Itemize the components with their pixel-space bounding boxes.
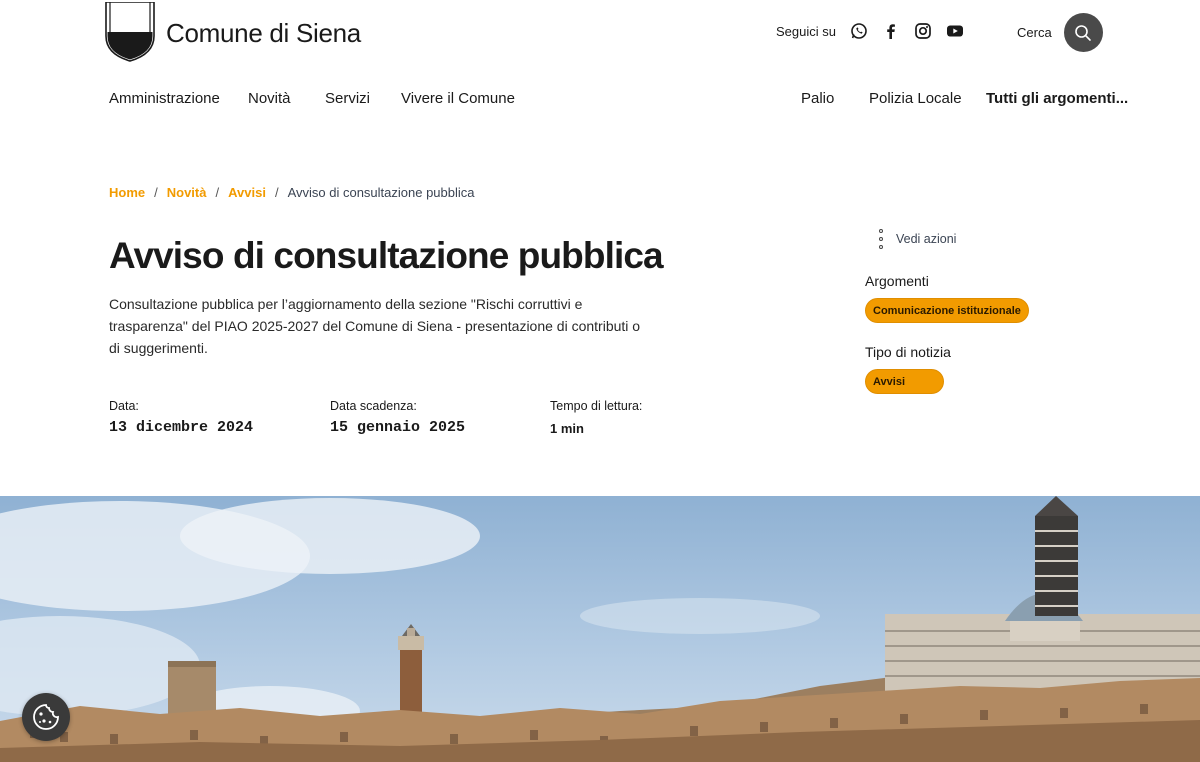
topics-heading: Argomenti <box>865 273 929 289</box>
nav-item-vivere-il-comune[interactable]: Vivere il Comune <box>401 90 515 107</box>
nav-item-tutti-gli-argomenti[interactable]: Tutti gli argomenti... <box>986 90 1128 107</box>
breadcrumb-link-novita[interactable]: Novità <box>167 185 207 200</box>
nav-item-palio[interactable]: Palio <box>801 90 834 107</box>
brand-link[interactable]: Comune di Siena <box>105 2 361 62</box>
breadcrumb-separator: / <box>215 185 220 200</box>
news-type-heading: Tipo di notizia <box>865 344 951 360</box>
topic-chip-comunicazione-istituzionale[interactable]: Comunicazione istituzionale <box>865 298 1029 323</box>
cookie-icon <box>33 704 59 730</box>
social-label: Seguici su <box>776 23 836 39</box>
search-label: Cerca <box>1017 25 1052 40</box>
breadcrumb-link-avvisi[interactable]: Avvisi <box>228 185 266 200</box>
breadcrumb-separator: / <box>274 185 279 200</box>
meta-deadline-label: Data scadenza: <box>330 399 417 413</box>
kebab-menu-icon <box>876 229 886 249</box>
social-links: Seguici su <box>776 22 978 40</box>
whatsapp-icon[interactable] <box>850 22 868 40</box>
main-navigation: Amministrazione Novità Servizi Vivere il… <box>0 90 1200 112</box>
meta-deadline-value: 15 gennaio 2025 <box>330 419 466 436</box>
site-name: Comune di Siena <box>166 18 361 48</box>
search-icon <box>1075 24 1091 41</box>
meta-reading-time-label: Tempo di lettura: <box>550 399 643 413</box>
page-title: Avviso di consultazione pubblica <box>109 235 664 276</box>
nav-item-servizi[interactable]: Servizi <box>325 90 370 107</box>
instagram-icon[interactable] <box>914 22 932 40</box>
news-type-chip-avvisi[interactable]: Avvisi <box>865 369 944 394</box>
breadcrumb: Home / Novità / Avvisi / Avviso di consu… <box>109 185 475 200</box>
article-description: Consultazione pubblica per l’aggiornamen… <box>109 296 641 356</box>
facebook-icon[interactable] <box>882 22 900 40</box>
breadcrumb-link-home[interactable]: Home <box>109 185 145 200</box>
actions-menu-button[interactable]: Vedi azioni <box>876 229 956 249</box>
meta-reading-time: Tempo di lettura: 1 min <box>550 399 642 436</box>
actions-label: Vedi azioni <box>896 232 957 246</box>
site-header: Comune di Siena Seguici su Cerca <box>0 0 1200 70</box>
youtube-icon[interactable] <box>946 22 964 40</box>
siena-coat-of-arms-logo <box>105 2 155 62</box>
hero-image <box>0 496 1200 762</box>
search-area: Cerca <box>1017 13 1103 52</box>
meta-date-label: Data: <box>109 399 139 413</box>
nav-item-novita[interactable]: Novità <box>248 90 291 107</box>
breadcrumb-separator: / <box>154 185 158 200</box>
meta-date-value: 13 dicembre 2024 <box>109 419 254 436</box>
cookie-settings-button[interactable] <box>22 693 70 741</box>
nav-item-polizia-locale[interactable]: Polizia Locale <box>869 90 962 107</box>
nav-item-amministrazione[interactable]: Amministrazione <box>109 90 220 107</box>
breadcrumb-current-page: Avviso di consultazione pubblica <box>287 185 475 200</box>
search-button[interactable] <box>1063 13 1103 52</box>
meta-reading-time-value: 1 min <box>550 421 584 436</box>
meta-date: Data: 13 dicembre 2024 <box>109 399 253 436</box>
meta-deadline: Data scadenza: 15 gennaio 2025 <box>330 399 465 436</box>
